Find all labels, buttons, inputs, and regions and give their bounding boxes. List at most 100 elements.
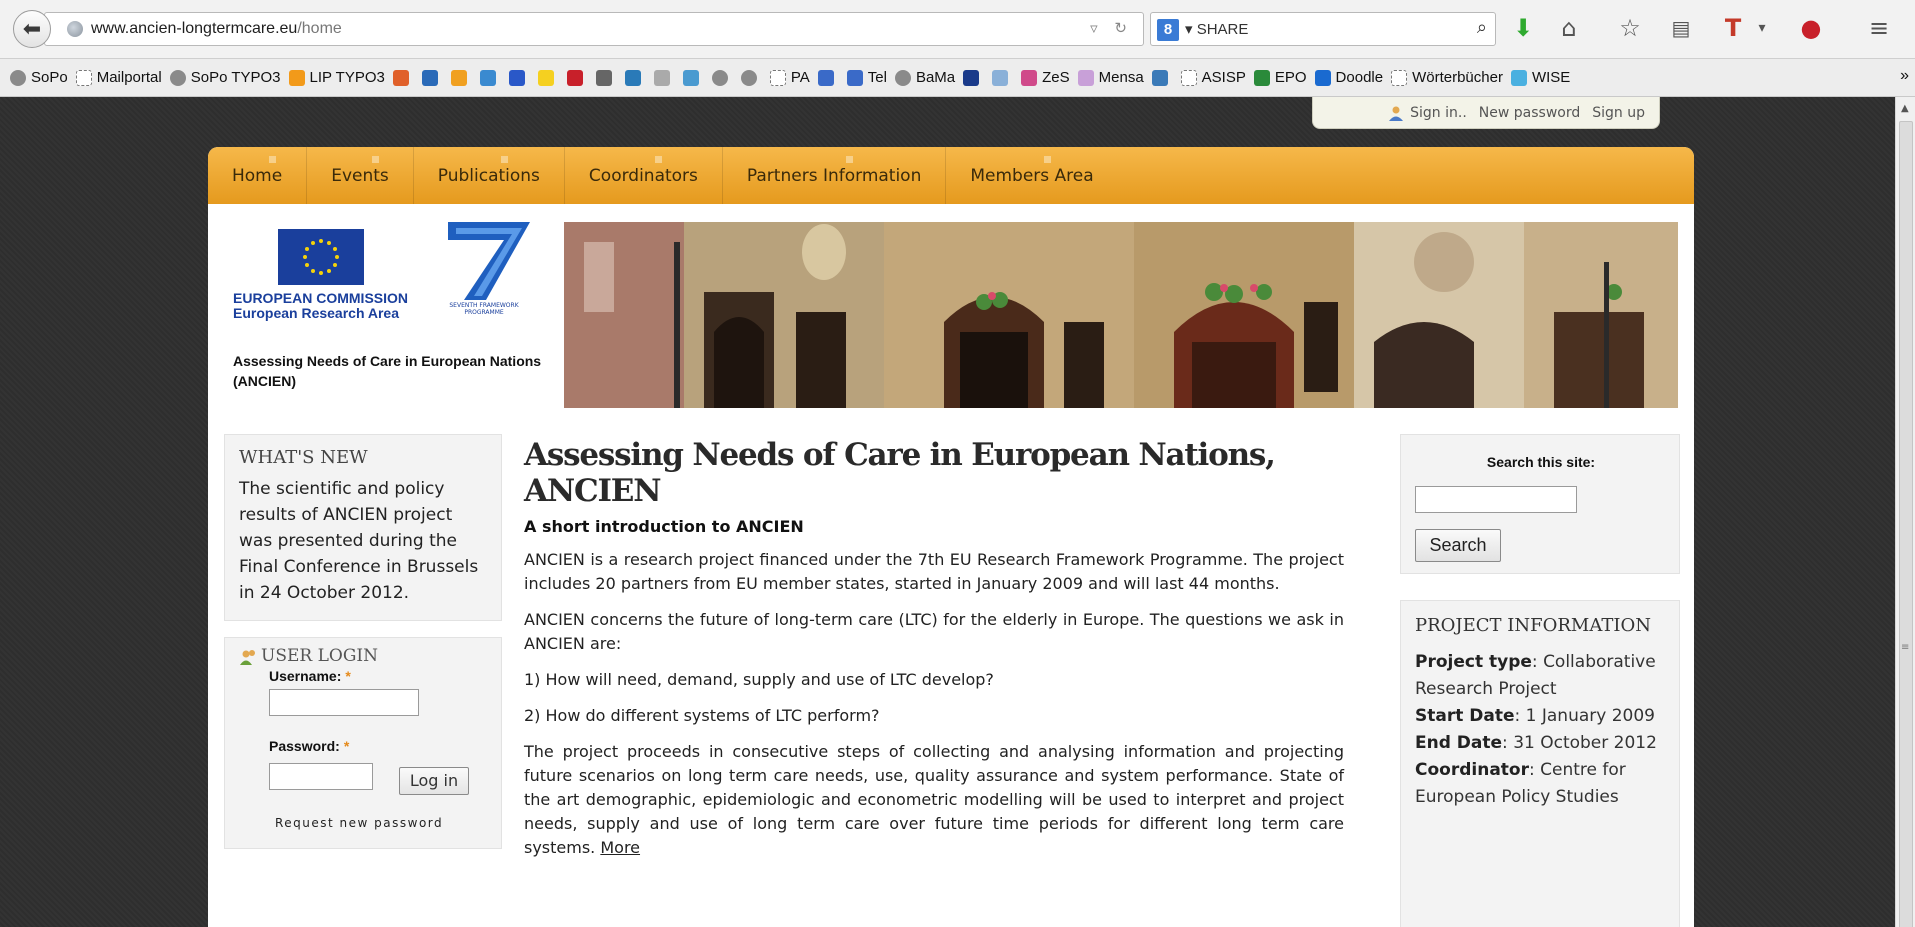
- url-host: www.ancien-longtermcare.eu: [91, 20, 298, 37]
- nav-home[interactable]: Home: [232, 147, 308, 204]
- bookmark-icon: [682, 69, 699, 86]
- uni-icon: [817, 69, 834, 86]
- scroll-up-icon[interactable]: ▲: [1901, 103, 1909, 114]
- header-banner-image: [564, 222, 1678, 408]
- scrollbar-thumb[interactable]: [1899, 121, 1913, 927]
- nav-publications[interactable]: Publications: [438, 147, 565, 204]
- bookmark-icon: [1151, 69, 1168, 86]
- bookmark-item[interactable]: [508, 69, 530, 86]
- gmx-icon: [595, 69, 612, 86]
- site-search-input[interactable]: [1415, 486, 1577, 513]
- bookmark-item[interactable]: BaMa: [894, 69, 955, 86]
- bookmark-item[interactable]: ASISP: [1180, 69, 1246, 86]
- nav-events[interactable]: Events: [331, 147, 414, 204]
- bookmark-item[interactable]: [537, 69, 559, 86]
- bookmarks-bar: SoPo Mailportal SoPo TYPO3 LIP TYPO3 PA …: [0, 59, 1915, 97]
- search-button[interactable]: Search: [1415, 529, 1501, 562]
- bookmark-icon: [566, 69, 583, 86]
- main-content: Assessing Needs of Care in European Nati…: [524, 437, 1344, 872]
- download-icon[interactable]: ⬇: [1506, 13, 1540, 43]
- bookmark-item[interactable]: WISE: [1510, 69, 1570, 86]
- fp7-label: SEVENTH FRAMEWORK PROGRAMME: [449, 302, 519, 316]
- bookmark-item[interactable]: [992, 69, 1013, 86]
- login-button[interactable]: Log in: [399, 767, 469, 795]
- bookmark-icon: [624, 69, 641, 86]
- bookmark-item[interactable]: SoPo TYPO3: [169, 69, 281, 86]
- bookmark-item[interactable]: Doodle: [1314, 69, 1383, 86]
- url-text[interactable]: www.ancien-longtermcare.eu/home: [91, 20, 342, 38]
- bookmark-item[interactable]: PA: [769, 69, 810, 86]
- bookmark-item[interactable]: [392, 69, 414, 86]
- bookmark-item[interactable]: [566, 69, 588, 86]
- back-button[interactable]: ⬅: [13, 10, 51, 48]
- search-engine-label: ▾ SHARE: [1185, 21, 1249, 38]
- right-sidebar: Search this site: Search PROJECT INFORMA…: [1400, 434, 1680, 927]
- username-input[interactable]: [269, 689, 419, 716]
- more-link[interactable]: More: [600, 838, 640, 857]
- bookmarks-overflow-icon[interactable]: »: [1900, 67, 1909, 85]
- page-title: Assessing Needs of Care in European Nati…: [524, 437, 1276, 509]
- site-header: EUROPEAN COMMISSION European Research Ar…: [208, 204, 1694, 408]
- bookmark-item[interactable]: [653, 69, 675, 86]
- search-label: Search this site:: [1486, 454, 1596, 470]
- bookmark-item[interactable]: ZeS: [1021, 69, 1070, 86]
- method-paragraph: The project proceeds in consecutive step…: [524, 742, 1344, 857]
- bookmark-item[interactable]: EPO: [1253, 69, 1307, 86]
- intro-heading: A short introduction to ANCIEN: [524, 517, 804, 536]
- password-input[interactable]: [269, 763, 373, 790]
- bookmark-icon: [963, 69, 980, 86]
- folder-icon: [769, 69, 786, 86]
- nav-members-area[interactable]: Members Area: [970, 147, 1117, 204]
- adblock-icon[interactable]: ●: [1794, 13, 1828, 43]
- nav-coordinators[interactable]: Coordinators: [589, 147, 723, 204]
- bookmark-item[interactable]: [450, 69, 472, 86]
- bookmark-icon: [479, 69, 496, 86]
- search-bar[interactable]: 8 ▾ SHARE ⌕: [1150, 12, 1496, 46]
- bookmark-icon: [1077, 69, 1094, 86]
- bookmark-icon: [537, 69, 554, 86]
- site-container: Home Events Publications Coordinators Pa…: [208, 147, 1694, 927]
- bookmark-item[interactable]: [595, 69, 617, 86]
- nav-partners-information[interactable]: Partners Information: [747, 147, 947, 204]
- bookmark-item[interactable]: [421, 69, 443, 86]
- folder-icon: [1391, 69, 1408, 86]
- address-bar[interactable]: www.ancien-longtermcare.eu/home ▿ ↻: [44, 12, 1144, 46]
- globe-icon: [67, 21, 83, 37]
- bookmark-item[interactable]: [711, 69, 733, 86]
- new-password-link[interactable]: New password: [1479, 105, 1580, 121]
- request-password-link[interactable]: Request new password: [275, 816, 443, 830]
- project-information-title: PROJECT INFORMATION: [1415, 615, 1652, 636]
- eu-flag-logo: [278, 229, 364, 285]
- bookmark-item[interactable]: [624, 69, 646, 86]
- dropdown-icon[interactable]: ▾: [1745, 13, 1779, 43]
- home-icon[interactable]: ⌂: [1552, 13, 1586, 43]
- user-login-title: USER LOGIN: [261, 646, 378, 666]
- username-label: Username: *: [269, 668, 351, 684]
- users-icon: [240, 650, 255, 665]
- bookmark-item[interactable]: [1151, 69, 1173, 86]
- menu-icon[interactable]: ≡: [1862, 13, 1896, 43]
- bookmark-item[interactable]: [963, 69, 984, 86]
- bookmark-icon: [711, 69, 728, 86]
- sign-up-link[interactable]: Sign up: [1592, 105, 1645, 121]
- bookmark-item[interactable]: Tel: [846, 69, 887, 86]
- bookmark-item[interactable]: [740, 69, 762, 86]
- sign-in-link[interactable]: Sign in..: [1410, 105, 1467, 121]
- doodle-icon: [1314, 69, 1331, 86]
- site-name: Assessing Needs of Care in European Nati…: [233, 353, 542, 389]
- magnifier-icon[interactable]: ⌕: [1477, 17, 1487, 38]
- bookmark-item[interactable]: SoPo: [10, 69, 68, 86]
- bookmark-item[interactable]: [817, 69, 839, 86]
- bookmark-item[interactable]: [479, 69, 501, 86]
- bookmark-item[interactable]: LIP TYPO3: [288, 69, 385, 86]
- vertical-scrollbar[interactable]: ▲ ≡: [1895, 97, 1915, 927]
- bookmark-item[interactable]: Wörterbücher: [1391, 69, 1503, 86]
- bookmark-item[interactable]: Mensa: [1077, 69, 1144, 86]
- account-links: Sign in.. New password Sign up: [1312, 97, 1660, 129]
- typo3-icon: [288, 69, 305, 86]
- bookmark-star-icon[interactable]: ☆: [1613, 13, 1647, 43]
- bookmark-item[interactable]: Mailportal: [75, 69, 162, 86]
- reading-list-icon[interactable]: ▤: [1664, 13, 1698, 43]
- bookmark-item[interactable]: [682, 69, 704, 86]
- reload-icon[interactable]: ▿ ↻: [1090, 19, 1133, 37]
